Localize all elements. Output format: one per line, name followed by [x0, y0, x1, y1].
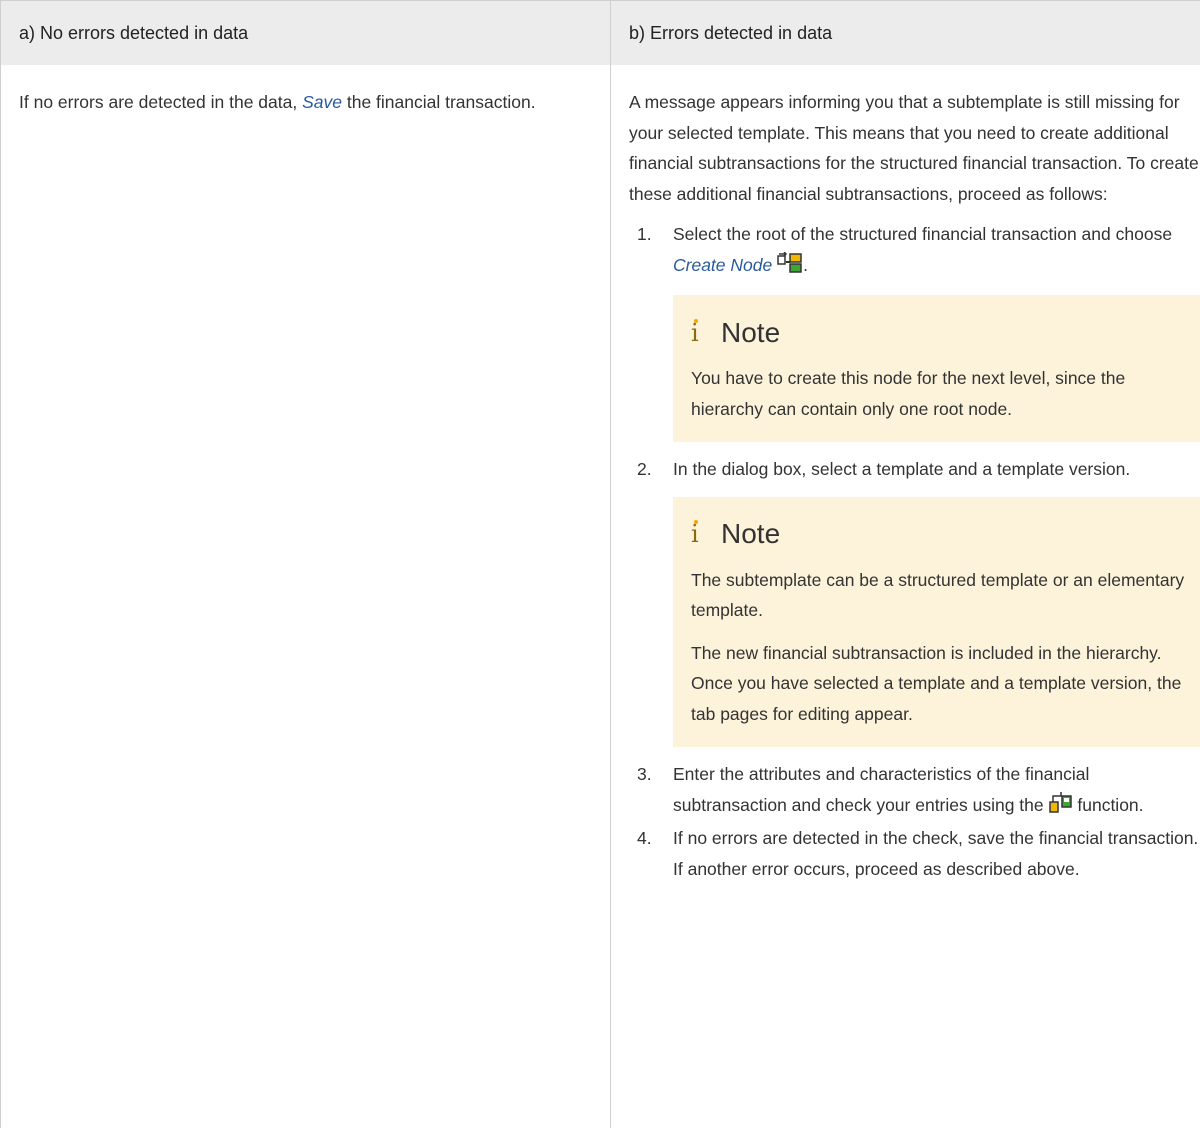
note-text: You have to create this node for the nex…	[691, 368, 1126, 419]
list-item: 4. If no errors are detected in the chec…	[629, 823, 1200, 884]
note-title: Note	[721, 518, 781, 550]
info-icon: i	[691, 519, 721, 550]
list-item: 3. Enter the attributes and characterist…	[629, 759, 1200, 823]
create-node-icon[interactable]	[777, 250, 803, 284]
create-node-link[interactable]: Create Node	[673, 255, 772, 275]
info-icon: i	[691, 318, 721, 349]
note-box: i Note You have to create this node for …	[673, 295, 1200, 442]
step-number: 1.	[637, 224, 652, 244]
list-item: 1. Select the root of the structured fin…	[629, 219, 1200, 442]
errors-intro: A message appears informing you that a s…	[629, 92, 1199, 204]
note-text: The subtemplate can be a structured temp…	[691, 569, 1185, 621]
note-text: The new financial subtransaction is incl…	[691, 642, 1182, 724]
cell-no-errors: If no errors are detected in the data, S…	[0, 65, 611, 1128]
step-number: 4.	[637, 828, 652, 848]
check-function-icon[interactable]	[1048, 790, 1073, 824]
header-errors: b) Errors detected in data	[610, 0, 1200, 65]
note-box: i Note The subtemplate can be a structur…	[673, 496, 1200, 747]
no-errors-text: If no errors are detected in the data, S…	[19, 92, 536, 112]
steps-list: 1. Select the root of the structured fin…	[629, 219, 1200, 884]
note-title: Note	[721, 316, 781, 348]
list-item: 2. In the dialog box, select a template …	[629, 454, 1200, 747]
header-no-errors: a) No errors detected in data	[0, 0, 611, 65]
table-row: If no errors are detected in the data, S…	[0, 65, 1200, 1128]
table-header-row: a) No errors detected in data b) Errors …	[0, 0, 1200, 65]
step-number: 3.	[637, 764, 652, 784]
cell-errors: A message appears informing you that a s…	[611, 65, 1200, 1128]
step-number: 2.	[637, 459, 652, 479]
save-link[interactable]: Save	[302, 92, 342, 112]
procedure-table: a) No errors detected in data b) Errors …	[0, 0, 1200, 1128]
